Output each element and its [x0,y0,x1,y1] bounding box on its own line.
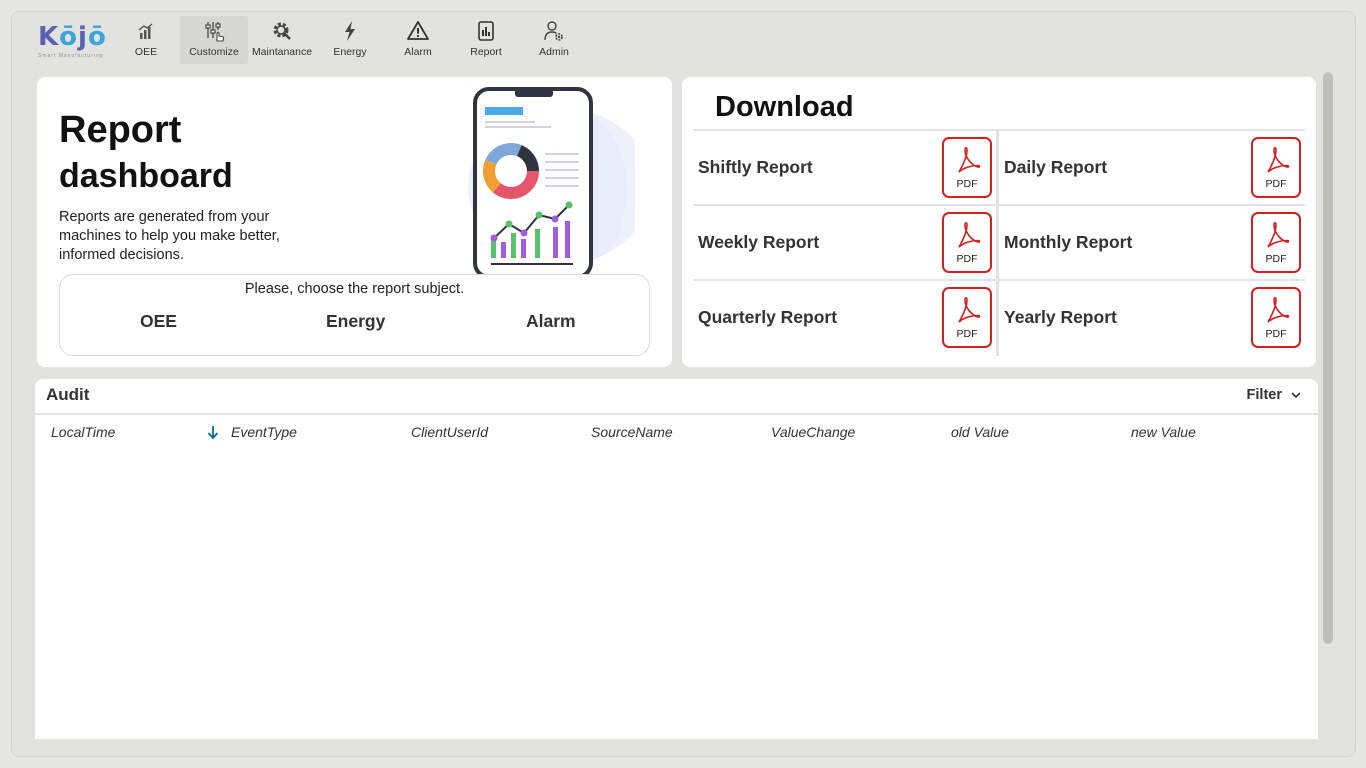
lightning-icon [345,21,355,41]
warning-triangle-icon [407,21,429,40]
pdf-label: PDF [1265,253,1287,265]
download-label-daily: Daily Report [1004,157,1108,177]
acrobat-pdf-icon [1267,296,1290,323]
nav-label-report: Report [470,46,502,58]
brand-tagline: Smart Manufacturing [38,53,104,59]
acrobat-pdf-icon [958,296,981,323]
pdf-label: PDF [956,178,978,190]
nav-item-alarm[interactable]: Alarm [384,16,452,64]
subject-button-alarm[interactable]: Alarm [526,311,576,332]
nav-item-admin[interactable]: Admin [520,16,588,64]
column-header-localtime[interactable]: LocalTime [51,424,115,440]
download-row: Quarterly Report PDF Yearly Report PDF [693,281,1305,356]
pdf-download-button-quarterly[interactable]: PDF [942,287,992,348]
nav-label-alarm: Alarm [404,46,432,58]
download-label-yearly: Yearly Report [1004,307,1117,327]
download-item-yearly: Yearly Report PDF [999,281,1305,356]
download-item-shiftly: Shiftly Report PDF [693,131,999,204]
gear-wrench-icon [273,22,291,40]
sliders-hand-icon [205,22,225,42]
nav-item-energy[interactable]: Energy [316,16,384,64]
nav-label-energy: Energy [333,46,367,58]
brand-logo[interactable]: Kōjō Smart Manufacturing [38,22,108,62]
audit-title: Audit [46,385,90,404]
column-header-new-value[interactable]: new Value [1131,424,1196,440]
column-header-valuechange[interactable]: ValueChange [771,424,855,440]
download-item-quarterly: Quarterly Report PDF [693,281,999,356]
subject-button-oee[interactable]: OEE [140,311,177,332]
nav-label-admin: Admin [539,46,569,58]
audit-panel: Audit Filter LocalTime EventType ClientU… [35,379,1318,739]
chevron-down-icon [1291,392,1301,399]
nav-item-report[interactable]: Report [452,16,520,64]
bar-chart-icon [138,23,153,39]
column-header-eventtype[interactable]: EventType [231,424,297,440]
report-document-icon [478,21,494,41]
pdf-label: PDF [1265,328,1287,340]
user-gear-icon [544,21,563,41]
subject-button-energy[interactable]: Energy [326,311,385,332]
nav-label-customize: Customize [189,46,239,58]
report-subtitle: dashboard [59,157,233,195]
scrollbar-thumb[interactable] [1323,72,1333,644]
download-report-grid: Shiftly Report PDF Daily Report PDF Week… [693,129,1305,356]
pdf-label: PDF [956,328,978,340]
pdf-label: PDF [1265,178,1287,190]
download-label-quarterly: Quarterly Report [698,307,838,327]
download-card: Download Shiftly Report PDF Daily Report… [682,77,1316,367]
pdf-download-button-daily[interactable]: PDF [1251,137,1301,198]
phone-analytics-illustration [468,87,635,277]
download-label-monthly: Monthly Report [1004,232,1133,252]
acrobat-pdf-icon [1267,146,1290,173]
download-label-shiftly: Shiftly Report [698,157,813,177]
pdf-download-button-shiftly[interactable]: PDF [942,137,992,198]
report-subject-selector: Please, choose the report subject. OEE E… [59,274,650,356]
report-dashboard-card: Report dashboard Reports are generated f… [37,77,672,367]
nav-label-oee: OEE [134,46,158,58]
download-item-daily: Daily Report PDF [999,131,1305,204]
acrobat-pdf-icon [1267,221,1290,248]
filter-dropdown[interactable]: Filter [1247,387,1302,403]
subject-prompt: Please, choose the report subject. [244,281,465,297]
download-item-weekly: Weekly Report PDF [693,206,999,279]
download-item-monthly: Monthly Report PDF [999,206,1305,279]
filter-label: Filter [1246,387,1282,403]
column-header-sourcename[interactable]: SourceName [591,424,673,440]
column-header-old-value[interactable]: old Value [951,424,1009,440]
nav-label-maintanance: Maintanance [251,46,313,58]
brand-logo-text: Kōjō [38,22,107,52]
acrobat-pdf-icon [958,221,981,248]
report-title: Report [59,109,182,151]
nav-item-customize[interactable]: Customize [180,16,248,64]
nav-item-maintanance[interactable]: Maintanance [248,16,316,64]
nav-item-oee[interactable]: OEE [112,16,180,64]
download-row: Shiftly Report PDF Daily Report PDF [693,131,1305,206]
pdf-download-button-yearly[interactable]: PDF [1251,287,1301,348]
audit-table-header: LocalTime EventType ClientUserId SourceN… [35,424,1318,444]
report-description: Reports are generated from your machines… [59,209,280,263]
acrobat-pdf-icon [958,146,981,173]
top-nav: OEE Customize Maintanance Energy Alarm R… [112,16,588,64]
pdf-download-button-weekly[interactable]: PDF [942,212,992,273]
pdf-download-button-monthly[interactable]: PDF [1251,212,1301,273]
audit-divider [35,413,1318,415]
download-title: Download [715,91,854,123]
download-row: Weekly Report PDF Monthly Report PDF [693,206,1305,281]
pdf-label: PDF [956,253,978,265]
column-header-clientuserid[interactable]: ClientUserId [411,424,488,440]
download-label-weekly: Weekly Report [698,232,820,252]
